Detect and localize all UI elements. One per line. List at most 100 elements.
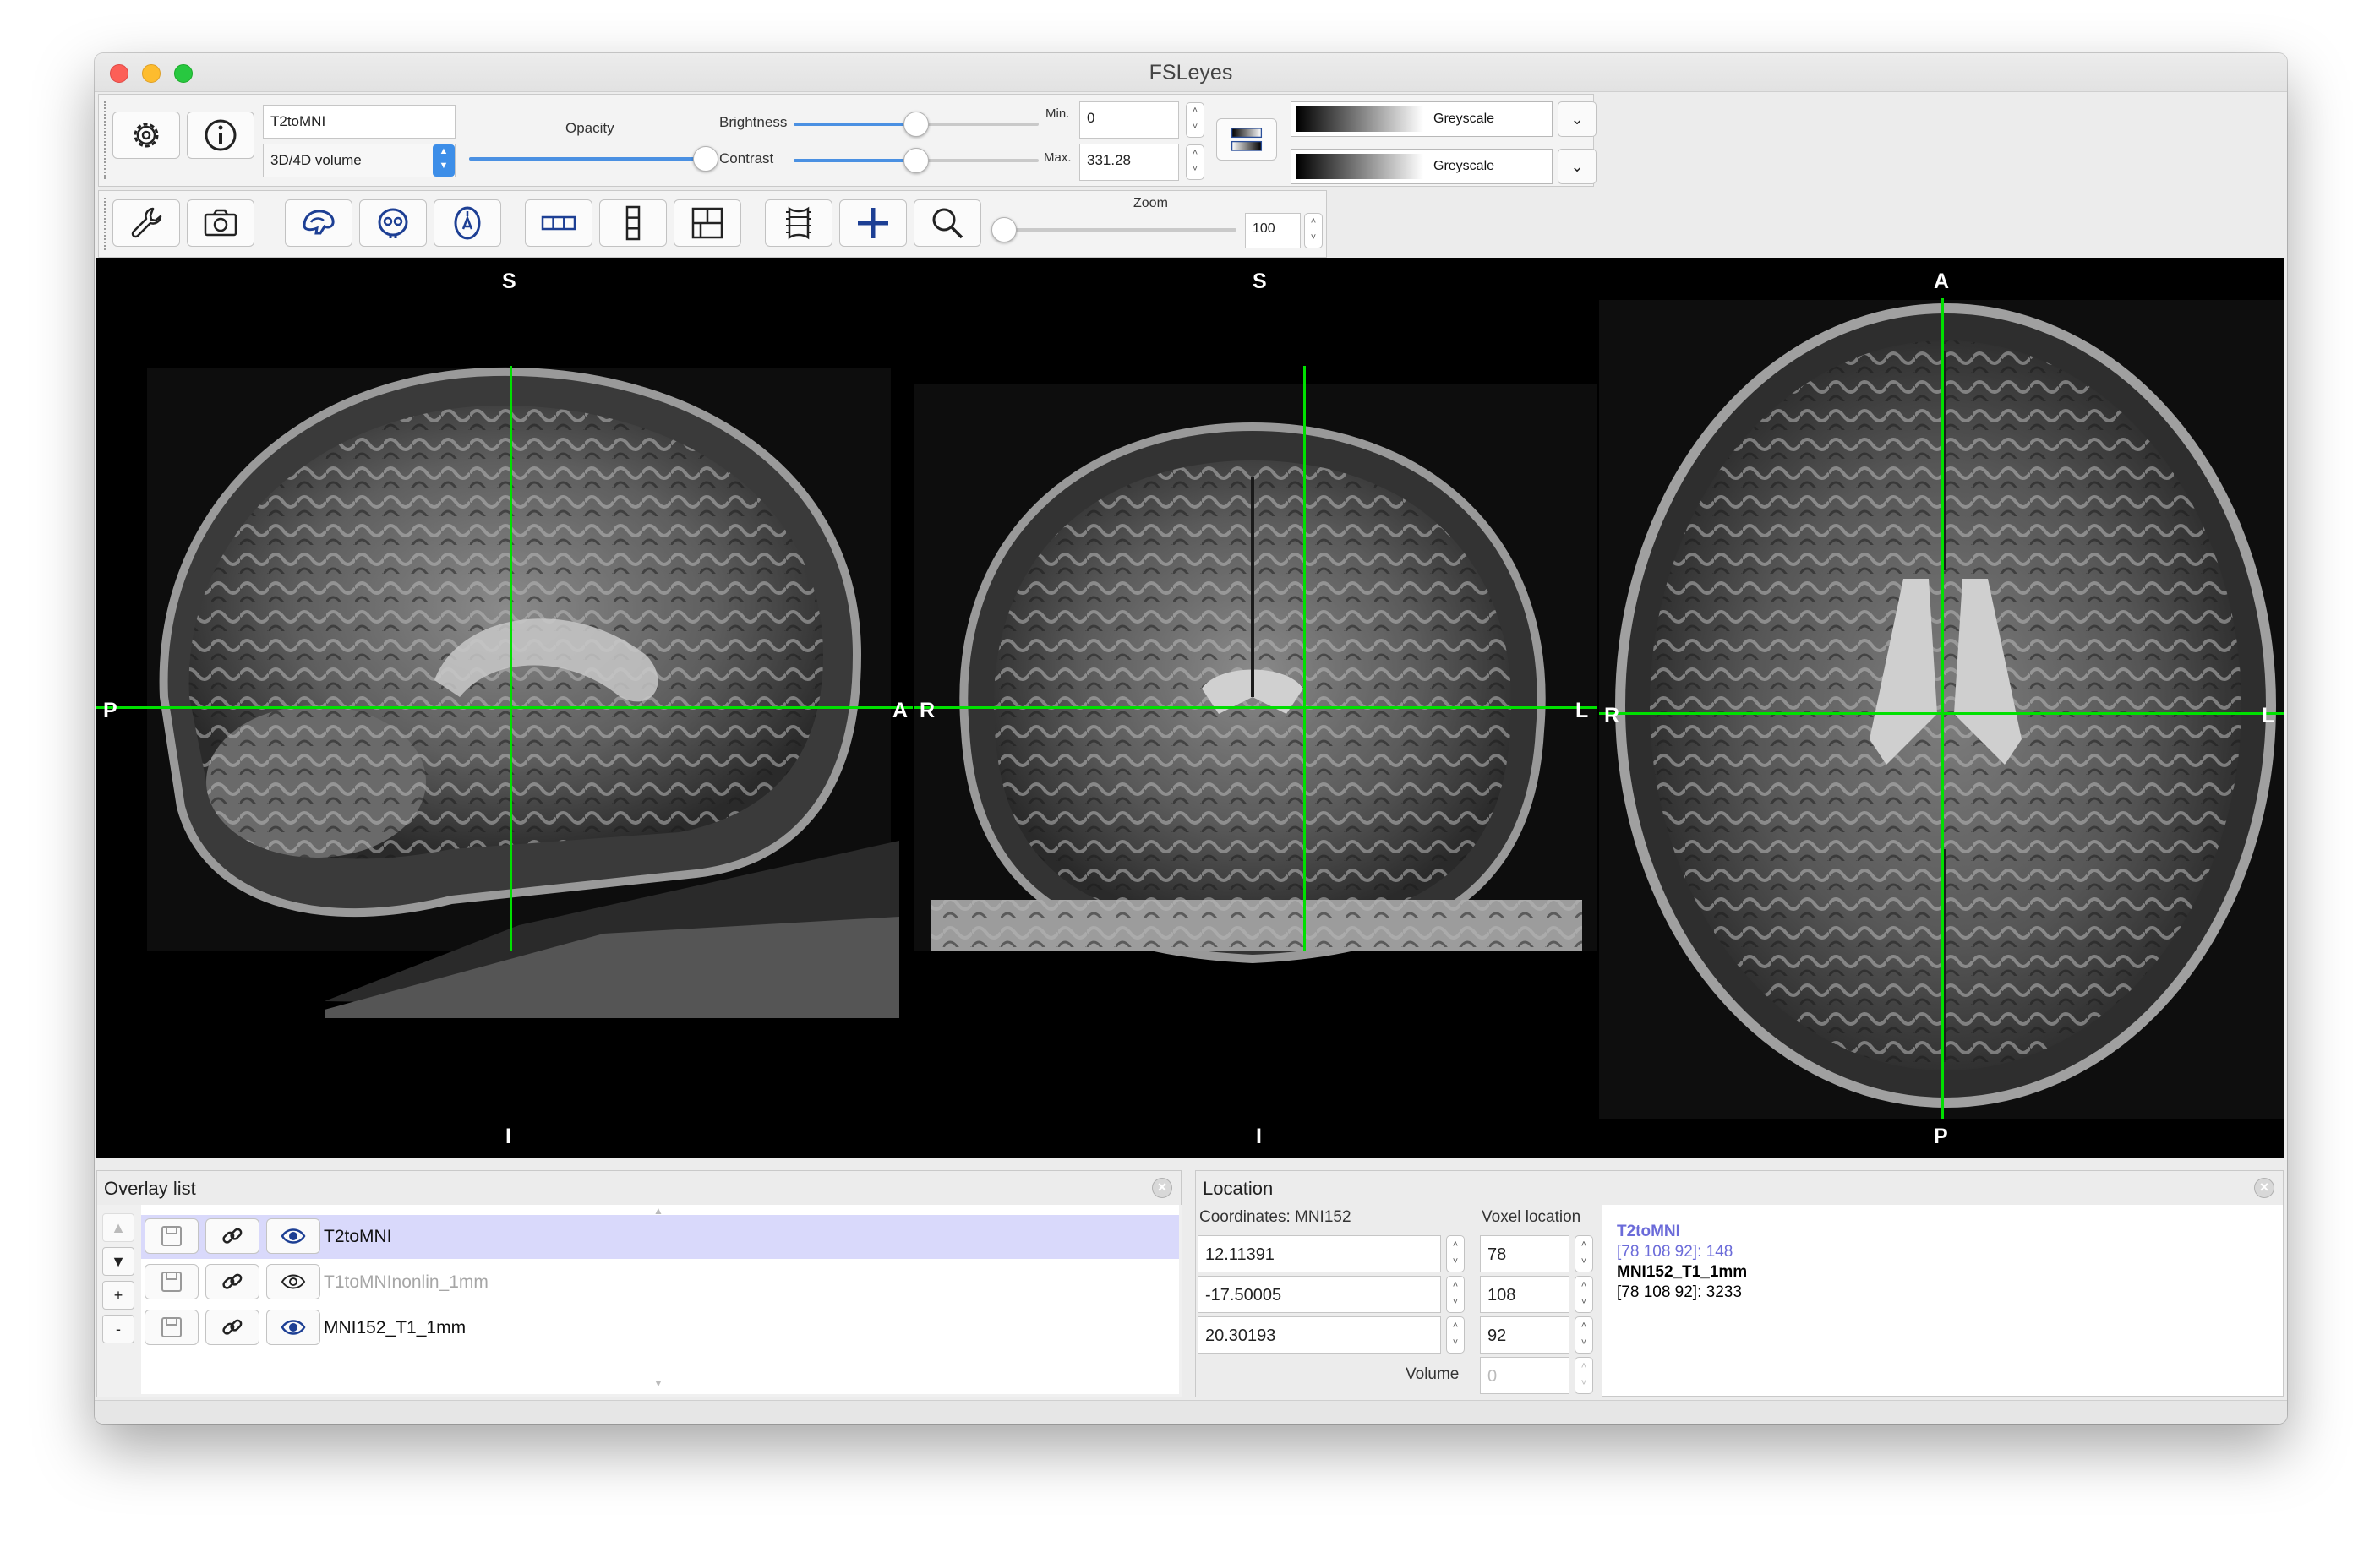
toolbar-grip[interactable]	[104, 198, 107, 250]
invert-colormap-icon	[1231, 128, 1263, 151]
chevron-down-icon: ⌄	[1570, 110, 1584, 128]
toggle-visibility-button[interactable]	[266, 1218, 320, 1254]
toolbar-grip[interactable]	[104, 101, 107, 179]
zoom-slider-knob[interactable]	[991, 217, 1017, 242]
magnifier-icon	[932, 208, 963, 239]
colormap-name: Greyscale	[1433, 112, 1495, 126]
list-item[interactable]: MNI152_T1_1mm	[141, 1306, 1179, 1350]
negative-colormap-dropdown-button[interactable]: ⌄	[1558, 149, 1597, 184]
save-overlay-button[interactable]	[145, 1310, 199, 1345]
coronal-cursor-vertical	[1303, 366, 1306, 951]
eye-icon	[281, 1274, 306, 1289]
list-item[interactable]: T1toMNInonlin_1mm	[141, 1261, 1179, 1305]
ortho-canvas[interactable]: S I P A S I R L A P R L	[96, 258, 2284, 1158]
overlay-name: T2toMNI	[324, 1227, 392, 1246]
axial-view[interactable]: A P R L	[1599, 258, 2284, 1158]
colormap-dropdown-button[interactable]: ⌄	[1558, 101, 1597, 137]
zoom-spinner[interactable]: ˄ ˅	[1304, 213, 1323, 248]
zoom-slider[interactable]	[998, 228, 1236, 232]
world-z-spinner[interactable]: ˄ ˅	[1446, 1316, 1465, 1354]
colormap-select[interactable]: Greyscale	[1291, 101, 1553, 137]
move-overlay-down-button[interactable]: ▼	[102, 1247, 134, 1276]
display-settings-button[interactable]	[112, 112, 180, 159]
invert-colormap-button[interactable]	[1216, 118, 1277, 161]
overlay-list-panel: Overlay list × ▲ ▼ + - ▲ ▼ T2toMNI T1toM…	[96, 1170, 1182, 1397]
scroll-down-icon[interactable]: ▼	[653, 1377, 663, 1389]
voxel-x-spinner[interactable]: ˄ ˅	[1575, 1235, 1593, 1272]
coronal-label-right: L	[1575, 699, 1589, 722]
world-y-field[interactable]: -17.50005	[1198, 1276, 1441, 1313]
link-overlay-button[interactable]	[205, 1264, 259, 1299]
zoom-value-field[interactable]: 100	[1245, 213, 1301, 248]
sagittal-cursor-horizontal	[96, 706, 913, 709]
overlay-type-value: 3D/4D volume	[270, 152, 362, 168]
toggle-coronal-button[interactable]	[359, 199, 427, 247]
remove-overlay-button[interactable]: -	[102, 1315, 134, 1343]
select-arrow-icon: ▲ ▼	[433, 144, 455, 177]
brightness-slider-knob[interactable]	[903, 112, 929, 137]
world-x-field[interactable]: 12.11391	[1198, 1235, 1441, 1272]
min-value-field[interactable]: 0	[1079, 101, 1179, 139]
max-value-field[interactable]: 331.28	[1079, 144, 1179, 181]
location-info-area: T2toMNI [78 108 92]: 148 MNI152_T1_1mm […	[1602, 1205, 2283, 1396]
world-z-field[interactable]: 20.30193	[1198, 1316, 1441, 1354]
save-overlay-button[interactable]	[145, 1218, 199, 1254]
grid-layout-icon	[691, 207, 723, 239]
volume-spinner[interactable]: ˄ ˅	[1575, 1357, 1593, 1394]
close-panel-button[interactable]: ×	[2254, 1178, 2274, 1198]
move-overlay-up-button[interactable]: ▲	[102, 1213, 134, 1242]
colormap-name: Greyscale	[1433, 159, 1495, 173]
screenshot-button[interactable]	[187, 199, 254, 247]
close-panel-button[interactable]: ×	[1152, 1178, 1172, 1198]
opacity-slider-knob[interactable]	[693, 146, 718, 172]
coronal-label-left: R	[920, 699, 936, 722]
coronal-cursor-horizontal	[914, 706, 1597, 709]
voxel-z-field[interactable]: 92	[1480, 1316, 1569, 1354]
voxel-z-spinner[interactable]: ˄ ˅	[1575, 1316, 1593, 1354]
layout-vertical-button[interactable]	[599, 199, 667, 247]
gear-icon	[134, 123, 159, 148]
reset-zoom-button[interactable]	[914, 199, 981, 247]
toggle-cursor-button[interactable]	[839, 199, 907, 247]
view-settings-button[interactable]	[112, 199, 180, 247]
location-panel: Location × Coordinates: MNI152 Voxel loc…	[1195, 1170, 2284, 1397]
voxel-y-spinner[interactable]: ˄ ˅	[1575, 1276, 1593, 1313]
coronal-view[interactable]: S I R L	[914, 258, 1597, 1158]
overlay-name-field[interactable]: T2toMNI	[263, 105, 456, 139]
chain-link-icon	[222, 1319, 243, 1335]
info-overlay-name-2: MNI152_T1_1mm	[1617, 1263, 1748, 1281]
sagittal-label-left: P	[103, 699, 117, 722]
save-overlay-button[interactable]	[145, 1264, 199, 1299]
layout-grid-button[interactable]	[674, 199, 741, 247]
toggle-sagittal-button[interactable]	[285, 199, 352, 247]
max-label: Max.	[1044, 150, 1072, 165]
layout-horizontal-button[interactable]	[525, 199, 592, 247]
sagittal-view[interactable]: S I P A	[96, 258, 913, 1158]
contrast-slider-knob[interactable]	[903, 148, 929, 173]
toggle-visibility-button[interactable]	[266, 1310, 320, 1345]
horizontal-layout-icon	[541, 215, 576, 231]
movie-mode-button[interactable]	[765, 199, 832, 247]
toggle-axial-button[interactable]	[434, 199, 501, 247]
min-value-spinner[interactable]: ˄ ˅	[1186, 102, 1204, 138]
voxel-x-field[interactable]: 78	[1480, 1235, 1569, 1272]
add-overlay-button[interactable]: +	[102, 1281, 134, 1310]
min-label: Min.	[1045, 106, 1070, 121]
overlay-info-button[interactable]	[187, 112, 254, 159]
toggle-visibility-button[interactable]	[266, 1264, 320, 1299]
link-overlay-button[interactable]	[205, 1310, 259, 1345]
floppy-disk-icon	[161, 1272, 182, 1292]
wrench-icon	[131, 207, 162, 238]
overlay-list: ▲ ▼ T2toMNI T1toMNInonlin_1mm MNI152_T1_…	[141, 1205, 1179, 1394]
link-overlay-button[interactable]	[205, 1218, 259, 1254]
list-item[interactable]: T2toMNI	[141, 1215, 1179, 1259]
world-x-spinner[interactable]: ˄ ˅	[1446, 1235, 1465, 1272]
eye-icon	[281, 1228, 306, 1244]
overlay-type-select[interactable]: 3D/4D volume ▲ ▼	[263, 144, 456, 177]
world-y-spinner[interactable]: ˄ ˅	[1446, 1276, 1465, 1313]
voxel-y-field[interactable]: 108	[1480, 1276, 1569, 1313]
negative-colormap-select[interactable]: Greyscale	[1291, 149, 1553, 184]
max-value-spinner[interactable]: ˄ ˅	[1186, 144, 1204, 180]
volume-field[interactable]: 0	[1480, 1357, 1569, 1394]
coronal-label-top: S	[1253, 270, 1267, 293]
